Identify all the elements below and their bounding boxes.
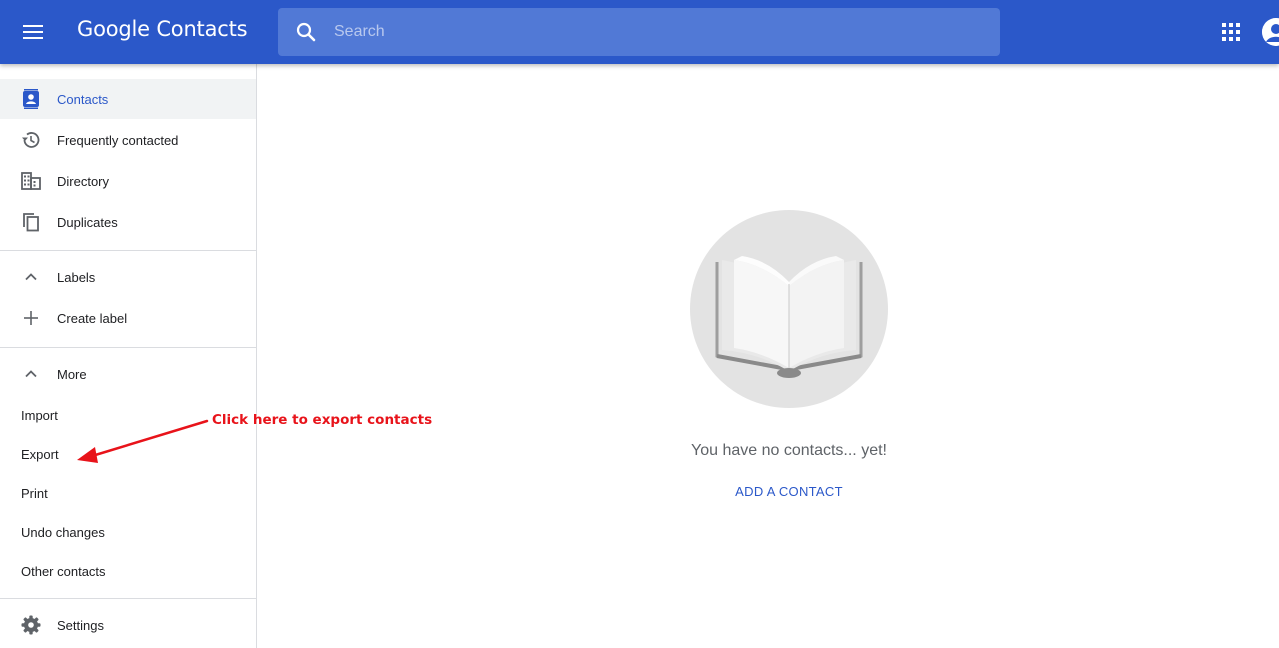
sidebar-item-label: Frequently contacted — [57, 132, 179, 148]
empty-contacts-illustration — [690, 210, 888, 408]
google-apps-button[interactable] — [1211, 12, 1251, 52]
sidebar-divider — [0, 347, 256, 348]
search-box[interactable] — [278, 8, 1000, 56]
sidebar-item-contacts[interactable]: Contacts — [0, 79, 256, 119]
main-menu-button[interactable] — [13, 12, 53, 52]
account-avatar[interactable] — [1262, 18, 1279, 46]
annotation-label: Click here to export contacts — [212, 412, 433, 428]
chevron-up-icon — [21, 265, 41, 289]
create-label-button[interactable]: Create label — [0, 298, 256, 338]
sidebar-item-settings[interactable]: Settings — [0, 605, 256, 645]
sidebar-item-export[interactable]: Export — [0, 434, 256, 474]
sidebar-item-label: Other contacts — [21, 563, 106, 579]
apps-grid-icon — [1222, 23, 1240, 41]
sidebar: Contacts Frequently contacted Directory — [0, 64, 257, 648]
create-label-label: Create label — [57, 310, 128, 326]
sidebar-item-label: Undo changes — [21, 524, 105, 540]
domain-icon — [21, 169, 41, 193]
open-book-icon — [715, 256, 863, 378]
account-circle-icon — [1262, 18, 1279, 46]
sidebar-item-label: Duplicates — [57, 214, 118, 230]
sidebar-item-label: Contacts — [57, 91, 109, 107]
sidebar-item-other-contacts[interactable]: Other contacts — [0, 551, 256, 591]
sidebar-item-directory[interactable]: Directory — [0, 161, 256, 201]
sidebar-item-print[interactable]: Print — [0, 473, 256, 513]
sidebar-item-undo-changes[interactable]: Undo changes — [0, 512, 256, 552]
search-icon[interactable] — [294, 20, 318, 44]
more-section-toggle[interactable]: More — [0, 354, 256, 394]
sidebar-divider — [0, 598, 256, 599]
labels-section-toggle[interactable]: Labels — [0, 257, 256, 297]
chevron-up-icon — [21, 362, 41, 386]
main-content: You have no contacts... yet! ADD A CONTA… — [257, 64, 1279, 648]
sidebar-item-frequently-contacted[interactable]: Frequently contacted — [0, 120, 256, 160]
app-title[interactable]: Google Contacts — [77, 17, 248, 41]
more-section-label: More — [57, 366, 87, 382]
sidebar-item-label: Export — [21, 446, 59, 462]
copy-icon — [21, 210, 41, 234]
sidebar-divider — [0, 250, 256, 251]
gear-icon — [21, 613, 41, 637]
sidebar-item-label: Directory — [57, 173, 110, 189]
plus-icon — [21, 306, 41, 330]
search-input[interactable] — [334, 8, 974, 56]
add-contact-button[interactable]: ADD A CONTACT — [257, 484, 1279, 499]
hamburger-menu-icon — [23, 25, 43, 39]
sidebar-item-label: Settings — [57, 617, 104, 633]
sidebar-item-duplicates[interactable]: Duplicates — [0, 202, 256, 242]
sidebar-item-label: Print — [21, 485, 48, 501]
history-icon — [21, 128, 41, 152]
empty-state-message: You have no contacts... yet! — [691, 442, 887, 459]
sidebar-item-label: Import — [21, 407, 58, 423]
app-header: Google Contacts — [0, 0, 1279, 64]
add-contact-label[interactable]: ADD A CONTACT — [735, 484, 843, 499]
contacts-icon — [21, 87, 41, 111]
labels-section-label: Labels — [57, 269, 96, 285]
